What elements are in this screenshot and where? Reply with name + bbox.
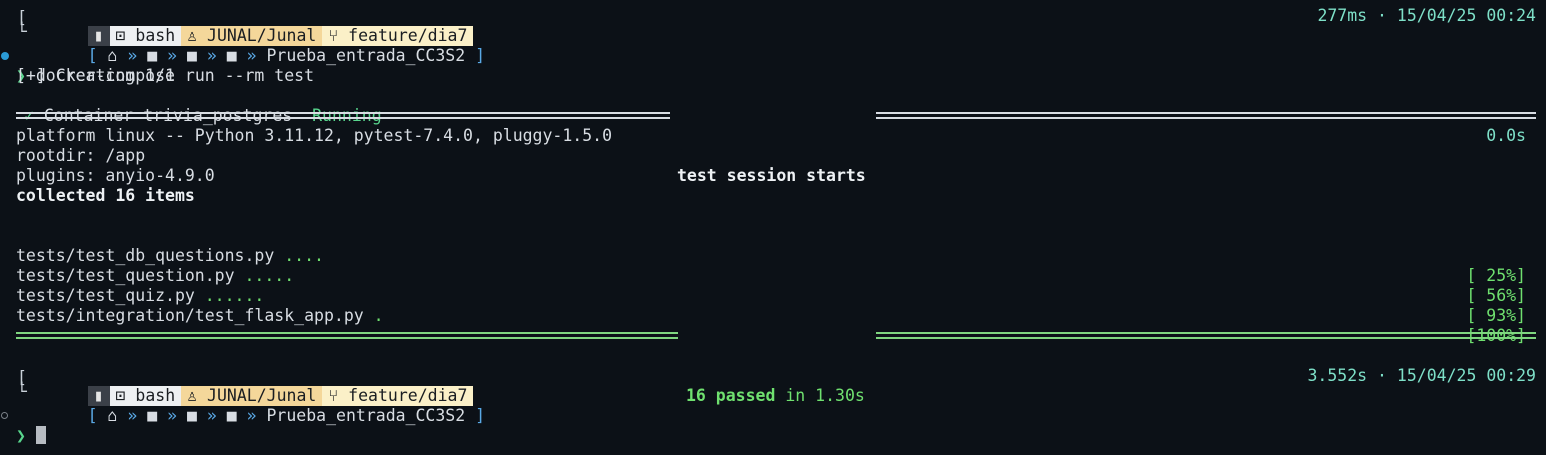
rootdir-line: rootdir: /app (16, 146, 146, 165)
test-row: tests/integration/test_flask_app.py . [1… (0, 286, 1546, 345)
prompt-header-1: [ ▮ ⊡ bash ♙ JUNAL/Junal ⑂ feature/dia7 277… (17, 6, 1536, 46)
container-line: ✓ Container trivia_postgres Running 0.0s (0, 86, 1546, 145)
prompt-timing-2: 3.552s · 15/04/25 00:29 (1307, 366, 1537, 385)
test-row: tests/test_question.py ..... [ 56%] (0, 246, 1546, 305)
input-line[interactable]: ❯ (0, 406, 1546, 445)
test-row: tests/test_quiz.py ...... [ 93%] (0, 266, 1546, 325)
collected-line: collected 16 items (16, 186, 195, 205)
test-file: tests/integration/test_flask_app.py (16, 306, 364, 325)
terminal-window[interactable]: [ ▮ ⊡ bash ♙ JUNAL/Junal ⑂ feature/dia7 277… (0, 0, 1546, 455)
prompt-path-2: └ [ ⌂ » ■ » ■ » ■ » Prueba_entrada_CC3S2… (17, 382, 486, 425)
test-progress: [ 93%] (1466, 306, 1526, 325)
creating-line: [+] Creating 1/1 (16, 66, 175, 85)
prompt-path-1: └ [ ⌂ » ■ » ■ » ■ » Prueba_entrada_CC3S2… (17, 22, 486, 65)
prompt-header-2: [ ▮ ⊡ bash ♙ JUNAL/Junal ⑂ feature/dia7 3.5… (17, 366, 1537, 406)
command-line: ❯ docker-compose run --rm test (0, 46, 1546, 85)
text-cursor[interactable] (35, 426, 46, 444)
test-row: tests/test_db_questions.py .... [ 25%] (0, 226, 1546, 285)
plugins-line: plugins: anyio-4.9.0 (16, 166, 215, 185)
prompt-timing-1: 277ms · 15/04/25 00:24 (1317, 6, 1536, 25)
prompt-symbol: ❯ (16, 426, 26, 445)
platform-line: platform linux -- Python 3.11.12, pytest… (16, 126, 613, 145)
test-dots: . (373, 306, 384, 325)
session-header-line: test session starts (0, 106, 1546, 185)
summary-line: 16 passed in 1.30s (0, 326, 1546, 405)
